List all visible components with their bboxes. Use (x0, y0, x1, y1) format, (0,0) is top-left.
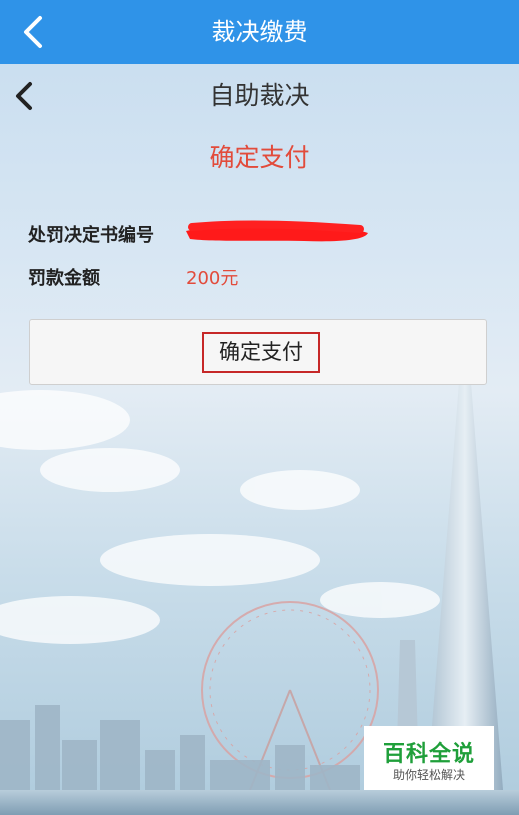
page-title: 自助裁决 (209, 81, 310, 110)
confirm-payment-button[interactable]: 确定支付 (29, 319, 487, 385)
decision-number-label: 处罚决定书编号 (28, 225, 154, 246)
chevron-left-icon (24, 16, 42, 48)
confirm-payment-button-label: 确定支付 (202, 332, 320, 373)
confirm-payment-heading: 确定支付 (209, 143, 310, 172)
ground (0, 790, 519, 815)
watermark-title: 百科全说 (382, 742, 475, 767)
clouds (0, 390, 440, 644)
page-header: 自助裁决 (0, 64, 519, 128)
redaction-mark (186, 220, 368, 242)
fine-amount-label: 罚款金额 (28, 268, 100, 289)
chevron-left-icon (16, 82, 32, 110)
top-bar-title: 裁决缴费 (211, 18, 308, 46)
back-button[interactable] (14, 12, 54, 52)
fine-amount-value: 200元 (186, 268, 239, 289)
sub-back-button[interactable] (8, 78, 44, 114)
watermark-subtitle: 助你轻松解决 (392, 768, 465, 782)
top-app-bar: 裁决缴费 (0, 0, 519, 64)
watermark-badge: 百科全说 助你轻松解决 (364, 726, 494, 790)
